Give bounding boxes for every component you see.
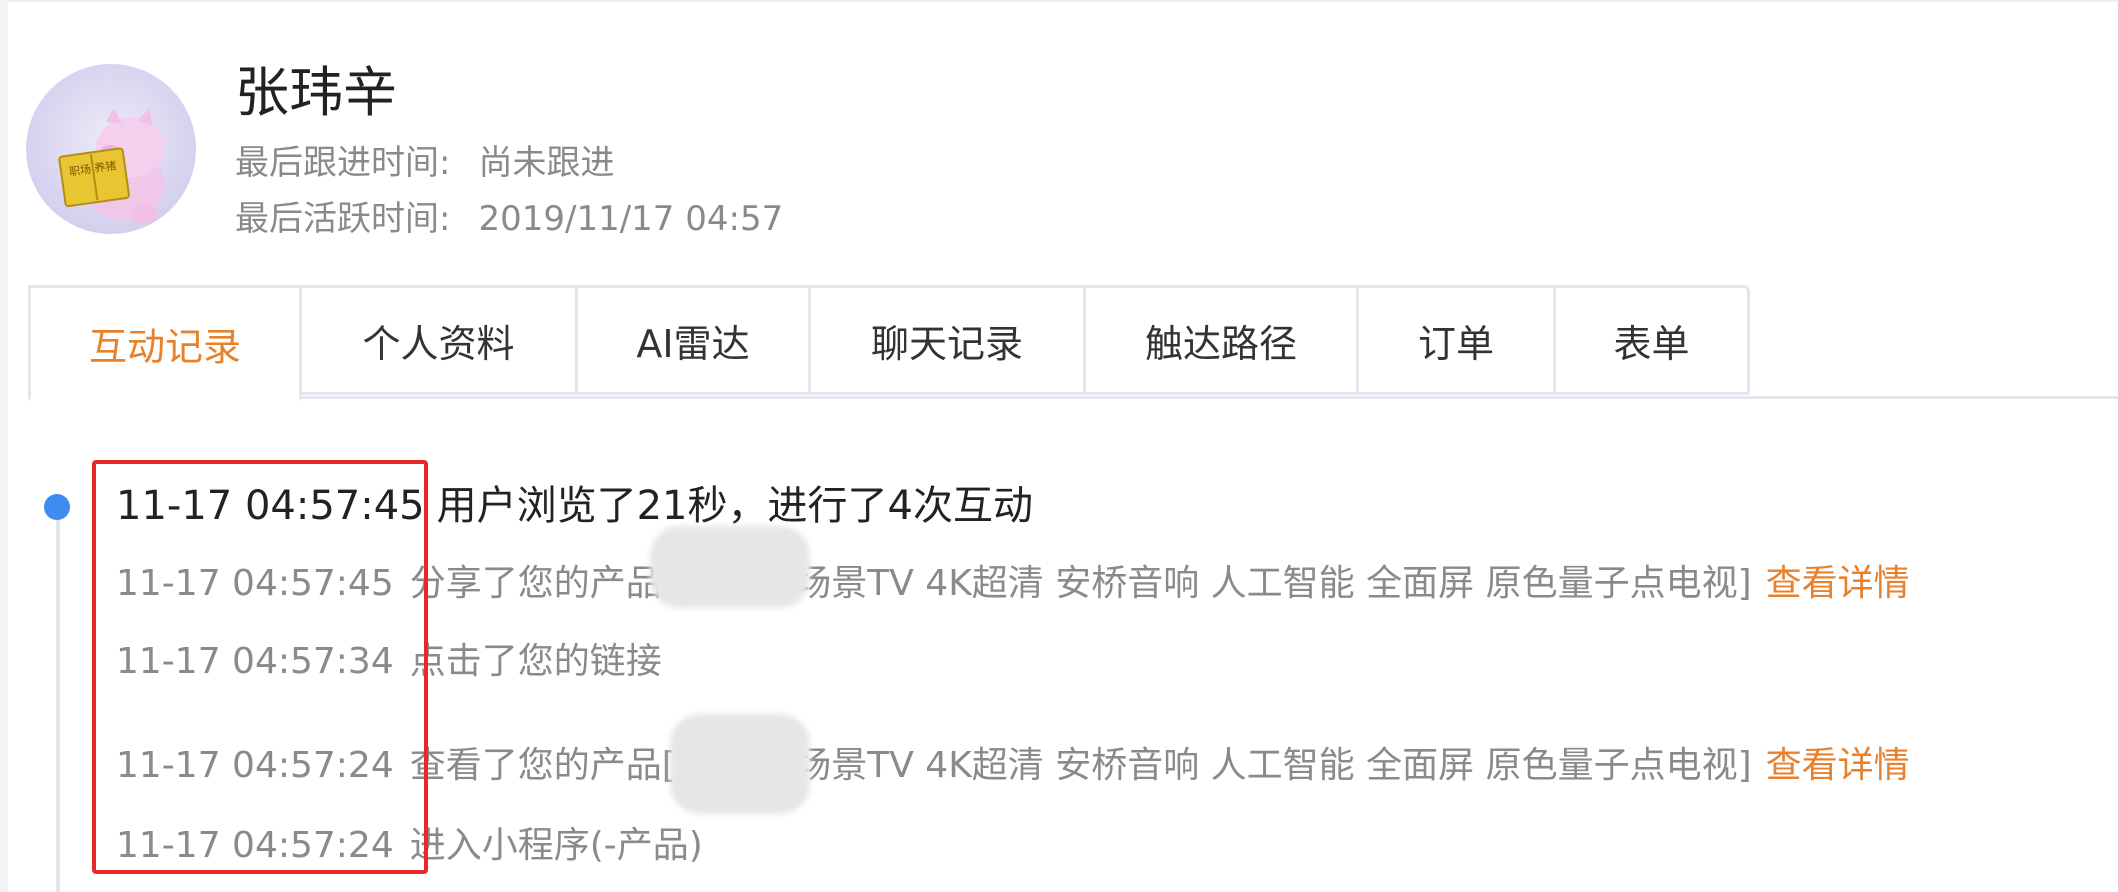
event-text: 进入小程序(-产品) — [409, 825, 703, 866]
tab-personal-info[interactable]: 个人资料 — [302, 285, 578, 395]
top-border — [8, 0, 2118, 2]
last-followup-label: 最后跟进时间: — [235, 143, 451, 183]
tab-touch-path[interactable]: 触达路径 — [1086, 285, 1359, 395]
tab-forms[interactable]: 表单 — [1556, 285, 1750, 395]
tab-orders[interactable]: 订单 — [1359, 285, 1556, 395]
last-active-value: 2019/11/17 04:57 — [478, 199, 784, 239]
page-edge — [0, 0, 8, 892]
view-details-link[interactable]: 查看详情 — [1766, 563, 1910, 604]
avatar: 职场 养猪 — [26, 64, 196, 234]
last-followup-value: 尚未跟进 — [478, 143, 615, 183]
tab-ai-radar[interactable]: AI雷达 — [578, 285, 811, 395]
redacted-product-name — [670, 714, 810, 814]
event-text: 点击了您的链接 — [409, 641, 662, 682]
tab-interaction-records[interactable]: 互动记录 — [28, 285, 302, 401]
tab-chat-records[interactable]: 聊天记录 — [811, 285, 1086, 395]
timeline-line — [56, 510, 60, 892]
user-name: 张玮辛 — [235, 61, 397, 124]
timeline-dot — [44, 494, 70, 520]
event-text: 分享了您的产品[ 浮窗全场景TV 4K超清 安桥音响 人工智能 全面屏 原色量子… — [409, 563, 1752, 604]
last-followup-row: 最后跟进时间: 尚未跟进 — [235, 140, 614, 186]
view-details-link[interactable]: 查看详情 — [1766, 745, 1910, 786]
tab-bar: 互动记录 个人资料 AI雷达 聊天记录 触达路径 订单 表单 — [28, 285, 1750, 401]
timestamp-highlight-box — [92, 460, 428, 874]
event-text: 查看了您的产品[ 浮窗全场景TV 4K超清 安桥音响 人工智能 全面屏 原色量子… — [409, 745, 1752, 786]
redacted-product-name — [650, 526, 810, 608]
pig-reading-icon: 职场 养猪 — [58, 108, 164, 223]
last-active-row: 最后活跃时间: 2019/11/17 04:57 — [235, 196, 783, 242]
last-active-label: 最后活跃时间: — [235, 199, 451, 239]
summary-text: 用户浏览了21秒，进行了4次互动 — [436, 483, 1033, 529]
